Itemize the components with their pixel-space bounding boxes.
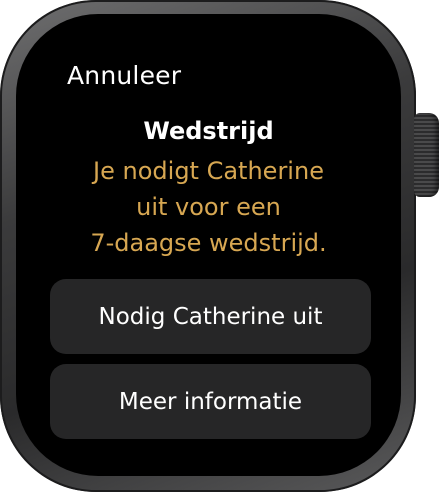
- more-info-button-label: Meer informatie: [118, 388, 303, 415]
- watch-screen: Annuleer Wedstrijd Je nodigt Catherine u…: [16, 14, 401, 476]
- cancel-button[interactable]: Annuleer: [67, 61, 181, 90]
- alert-title: Wedstrijd: [143, 117, 274, 145]
- alert-message-line: uit voor een: [136, 193, 281, 221]
- more-info-button[interactable]: Meer informatie: [50, 364, 371, 439]
- alert-message-line: 7-daagse wedstrijd.: [90, 229, 327, 257]
- alert-message: Je nodigt Catherine uit voor een 7-daags…: [36, 153, 381, 261]
- invite-button[interactable]: Nodig Catherine uit: [50, 279, 371, 354]
- alert-message-line: Je nodigt Catherine: [93, 157, 324, 185]
- digital-crown: [414, 113, 439, 197]
- invite-button-label: Nodig Catherine uit: [98, 303, 323, 330]
- watch-scene: Annuleer Wedstrijd Je nodigt Catherine u…: [0, 0, 439, 492]
